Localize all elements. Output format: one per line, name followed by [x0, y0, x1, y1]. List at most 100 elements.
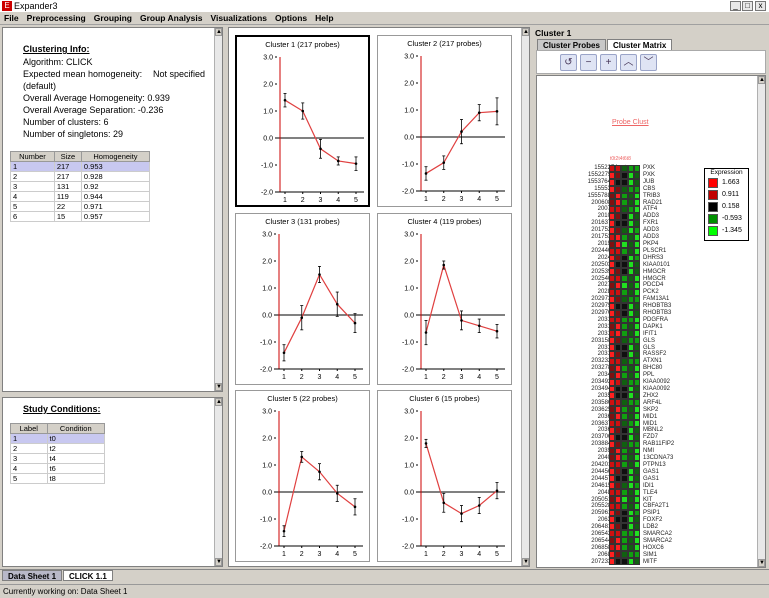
heatmap-cell[interactable]	[633, 364, 640, 372]
gene-symbol[interactable]: PCK2	[643, 289, 698, 296]
gene-symbol[interactable]: PLSCR1	[643, 248, 698, 255]
gene-symbol[interactable]: IDI1	[643, 483, 698, 490]
heatmap-row[interactable]	[609, 192, 641, 200]
gene-symbol[interactable]: ARF4L	[643, 400, 698, 407]
tab-click-1-1[interactable]: CLICK 1.1	[63, 570, 113, 581]
heatmap-row[interactable]	[609, 447, 641, 455]
heatmap-cell[interactable]	[633, 481, 640, 489]
heatmap-row[interactable]	[609, 523, 641, 531]
col-label[interactable]: Label	[10, 423, 48, 434]
menu-preprocessing[interactable]: Preprocessing	[23, 13, 90, 23]
heatmap-cell[interactable]	[633, 461, 640, 469]
heatmap-cell[interactable]	[633, 254, 640, 262]
gene-symbol[interactable]: DAPK1	[643, 324, 698, 331]
gene-symbol[interactable]: RHOBTB3	[643, 303, 698, 310]
gene-symbol[interactable]: DHRS3	[643, 255, 698, 262]
gene-symbol[interactable]: MBNL2	[643, 427, 698, 434]
gene-symbol[interactable]: GLS	[643, 345, 698, 352]
heatmap-cell[interactable]	[633, 419, 640, 427]
gene-symbol[interactable]: MID1	[643, 421, 698, 428]
heatmap-row[interactable]	[609, 502, 641, 510]
tab-cluster-matrix[interactable]: Cluster Matrix	[607, 39, 673, 50]
heatmap-cell[interactable]	[633, 289, 640, 296]
cluster-chart-2[interactable]: Cluster 2 (217 probes) 3.0 2.0 1.0 0.0 -1.0 -2…	[377, 35, 512, 207]
gene-symbol[interactable]: HMGCR	[643, 276, 698, 283]
heatmap-row[interactable]	[609, 488, 641, 496]
heatmap-cell[interactable]	[633, 495, 640, 503]
gene-symbol[interactable]: FAM13A1	[643, 296, 698, 303]
heatmap-cell[interactable]	[633, 330, 640, 338]
gene-symbol[interactable]: ADD3	[643, 213, 698, 220]
heatmap-cell[interactable]	[633, 261, 640, 269]
heatmap-cell[interactable]	[633, 233, 640, 241]
heatmap-cell[interactable]	[633, 227, 640, 234]
heatmap-row[interactable]	[609, 309, 641, 317]
heatmap-row[interactable]	[609, 337, 641, 345]
cluster-chart-6[interactable]: Cluster 6 (15 probes) 3.0 2.0 1.0 0.0 -1.0 -2.…	[377, 390, 512, 562]
heatmap-row[interactable]	[609, 419, 641, 427]
heatmap-row[interactable]	[609, 495, 641, 503]
heatmap-row[interactable]	[609, 295, 641, 303]
heatmap-row[interactable]	[609, 247, 641, 255]
gene-symbol[interactable]: SIM1	[643, 552, 698, 559]
heatmap-row[interactable]	[609, 454, 641, 462]
gene-symbol[interactable]: NMI	[643, 448, 698, 455]
scroll-down-arrow-icon[interactable]: ▼	[215, 383, 222, 391]
scroll-down-icon[interactable]: ﹀	[640, 54, 657, 71]
col-number[interactable]: Number	[10, 151, 55, 162]
gene-symbol[interactable]: KIAA0092	[643, 386, 698, 393]
gene-symbol[interactable]: ATXN1	[643, 358, 698, 365]
cluster-chart-4[interactable]: Cluster 4 (119 probes) 3.0 2.0 1.0 0.0 -1.0 -2…	[377, 213, 512, 385]
cluster-chart-3[interactable]: Cluster 3 (131 probes) 3.0 2.0 1.0 0.0 -1.0 -2…	[235, 213, 370, 385]
gene-symbol[interactable]: RHOBTB3	[643, 310, 698, 317]
heatmap-row[interactable]	[609, 316, 641, 324]
heatmap-row[interactable]	[609, 199, 641, 207]
menu-visualizations[interactable]: Visualizations	[206, 13, 271, 23]
heatmap-cell[interactable]	[633, 371, 640, 379]
heatmap-row[interactable]	[609, 543, 641, 551]
heatmap-row[interactable]	[609, 413, 641, 420]
gene-symbol[interactable]: RAD21	[643, 200, 698, 207]
heatmap-cell[interactable]	[633, 378, 640, 386]
heatmap-row[interactable]	[609, 330, 641, 338]
zoom-out-icon[interactable]: −	[580, 54, 597, 71]
gene-symbol[interactable]: ZHX2	[643, 393, 698, 400]
maximize-button[interactable]: □	[742, 1, 753, 11]
scroll-up-arrow-icon[interactable]: ▲	[522, 28, 529, 36]
heatmap-cell[interactable]	[633, 488, 640, 496]
heatmap-row[interactable]	[609, 261, 641, 269]
gene-symbol[interactable]: FZD7	[643, 434, 698, 441]
menu-grouping[interactable]: Grouping	[90, 13, 136, 23]
gene-symbol[interactable]: ATF4	[643, 206, 698, 213]
gene-symbol[interactable]: PXK	[643, 165, 698, 172]
tab-cluster-probes[interactable]: Cluster Probes	[537, 39, 606, 50]
heatmap-row[interactable]	[609, 461, 641, 469]
menu-group-analysis[interactable]: Group Analysis	[136, 13, 207, 23]
gene-symbol[interactable]: SMARCA2	[643, 538, 698, 545]
gene-symbol[interactable]: PDGFRA	[643, 317, 698, 324]
menu-options[interactable]: Options	[271, 13, 311, 23]
heatmap-cell[interactable]	[633, 523, 640, 531]
heatmap-row[interactable]	[609, 530, 641, 538]
heatmap-cell[interactable]	[633, 357, 640, 365]
gene-symbol[interactable]: PSIP1	[643, 510, 698, 517]
gene-symbol[interactable]: GAS1	[643, 476, 698, 483]
col-homogeneity[interactable]: Homogeneity	[80, 151, 151, 162]
heatmap-cell[interactable]	[633, 550, 640, 558]
menu-file[interactable]: File	[0, 13, 23, 23]
cluster-chart-1[interactable]: Cluster 1 (217 probes) 3.0 2.0 1.0 0.0 -1.0 -2…	[235, 35, 370, 207]
heatmap-cell[interactable]	[633, 406, 640, 414]
gene-symbol[interactable]: PKP4	[643, 241, 698, 248]
heatmap-row[interactable]	[609, 364, 641, 372]
heatmap-cell[interactable]	[633, 447, 640, 455]
gene-symbol[interactable]: IFIT1	[643, 331, 698, 338]
table-row[interactable]: 6 15 0.957	[10, 211, 151, 222]
gene-symbol[interactable]: HOXC6	[643, 545, 698, 552]
heatmap-row[interactable]	[609, 178, 641, 186]
heatmap-row[interactable]	[609, 351, 641, 358]
table-row[interactable]: 1 t0	[10, 433, 106, 444]
heatmap-row[interactable]	[609, 289, 641, 296]
heatmap-cell[interactable]	[633, 220, 640, 228]
clustering-info-scrollbar[interactable]: ▲ ▼	[214, 28, 222, 391]
scroll-up-arrow-icon[interactable]: ▲	[215, 28, 222, 36]
